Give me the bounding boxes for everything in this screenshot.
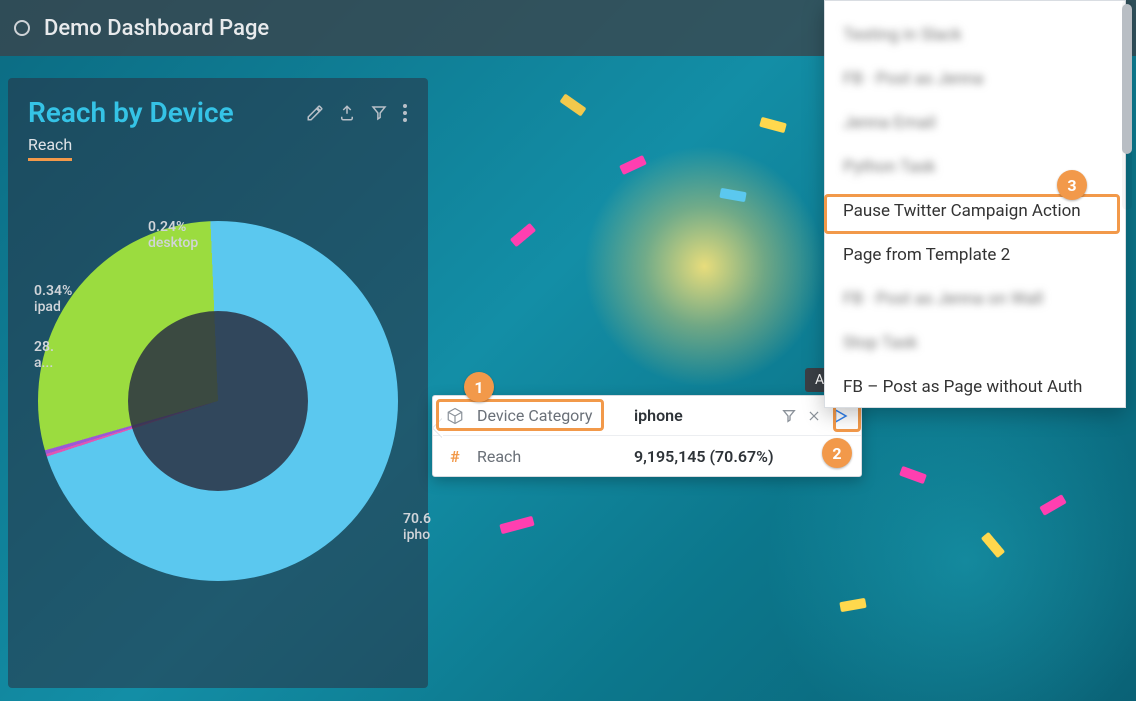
dropdown-item[interactable]: FB · Post as Jenna on Wall [825,277,1125,321]
circle-icon [14,20,30,36]
card-subtitle: Reach [28,135,72,161]
step-badge-2: 2 [822,438,852,468]
cube-icon [445,407,465,425]
export-icon[interactable] [338,104,356,122]
card-header: Reach by Device [28,96,408,129]
slice-label-ipad: 0.34% ipad [34,283,72,315]
page-title: Demo Dashboard Page [44,16,269,41]
step-badge-1: 1 [464,372,494,402]
card-toolbar [306,103,408,123]
slice-label-desktop: 0.24% desktop [148,219,198,251]
dropdown-item[interactable]: FB · Post as Jenna [825,57,1125,101]
popover-close-icon[interactable] [807,409,821,423]
chart-tooltip-popover: Device Category iphone # Reach 9,195,145… [432,395,862,477]
popover-dimension-label: Device Category [477,406,622,425]
popover-dimension-value: iphone [634,406,683,425]
hash-icon: # [445,447,465,466]
popover-dimension-row: Device Category iphone [433,396,861,436]
popover-measure-value: 9,195,145 (70.67%) [634,447,774,466]
kebab-menu-icon[interactable] [402,103,408,123]
dropdown-item[interactable]: Stop Task [825,321,1125,365]
slice-label-android: 28. a... [34,339,54,371]
popover-measure-label: Reach [477,447,622,466]
popover-measure-row: # Reach 9,195,145 (70.67%) [433,436,861,476]
dropdown-item[interactable]: Testing in Slack [825,13,1125,57]
popover-filter-icon[interactable] [781,408,797,424]
popover-action-icon[interactable] [831,407,849,425]
page-scrollbar-thumb[interactable] [1122,4,1132,154]
dropdown-item[interactable]: Page from Template 2 [825,233,1125,277]
filter-icon[interactable] [370,104,388,122]
slice-label-iphone: 70.6 ipho [403,511,431,543]
dropdown-item[interactable]: Jenna Email [825,101,1125,145]
actions-dropdown[interactable]: Testing in SlackFB · Post as JennaJenna … [824,0,1126,408]
donut-chart[interactable]: 70.6 ipho 28. a... 0.34% ipad 0.24% desk… [38,221,398,581]
dropdown-item[interactable]: FB – Post as Page without Auth [825,365,1125,408]
edit-icon[interactable] [306,104,324,122]
widget-card: Reach by Device Reach 70.6 ipho 28. a...… [8,78,428,688]
card-title: Reach by Device [28,96,234,129]
step-badge-3: 3 [1057,170,1087,200]
